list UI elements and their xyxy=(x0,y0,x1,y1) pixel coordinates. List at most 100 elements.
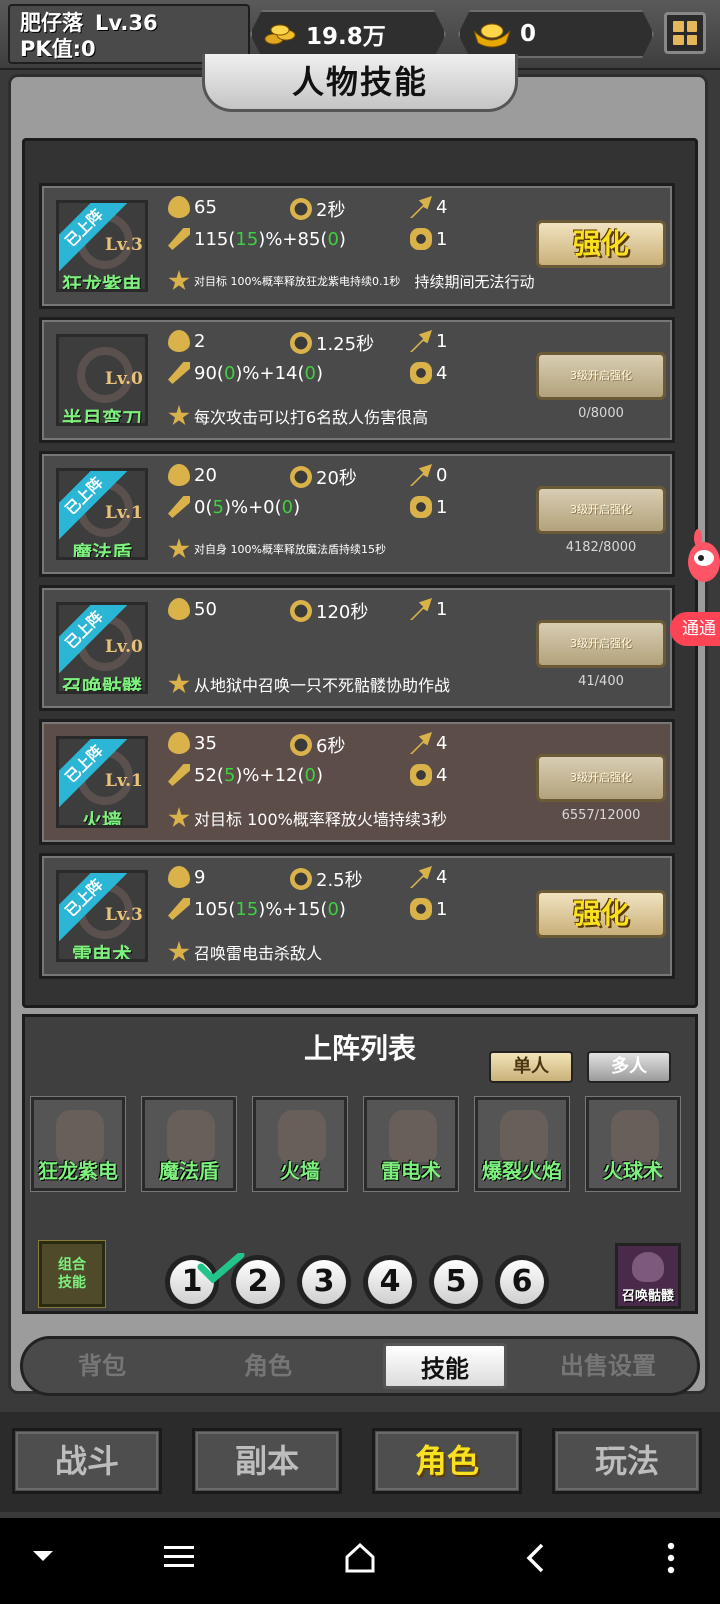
skill-cooldown: 1.25秒 xyxy=(316,334,375,355)
lineup-skill-name: 爆裂火焰 xyxy=(482,1159,562,1183)
system-nav-bar xyxy=(0,1518,720,1604)
sword-icon xyxy=(168,764,190,786)
sword-icon xyxy=(168,228,190,250)
targets-icon xyxy=(410,496,432,518)
lineup-slot[interactable]: 火墙 xyxy=(252,1096,348,1192)
skill-icon[interactable]: 已上阵 Lv.3 雷电术 xyxy=(56,870,148,962)
skill-description: 从地狱中召唤一只不死骷髅协助作战 xyxy=(194,676,451,695)
skill-mp: 20 xyxy=(194,464,217,486)
skill-cooldown: 6秒 xyxy=(316,736,346,757)
lineup-panel: 上阵列表 单人 多人 狂龙紫电 魔法盾 火墙 雷电术 爆裂火焰 火球术 组合技能 1234… xyxy=(22,1014,698,1314)
enhance-button[interactable]: 强化 xyxy=(536,890,666,938)
lineup-slot[interactable]: 雷电术 xyxy=(363,1096,459,1192)
locked-enhance-button[interactable]: 3级开启强化 xyxy=(536,352,666,400)
skill-range: 4 xyxy=(436,866,448,888)
lineup-slot[interactable]: 狂龙紫电 xyxy=(30,1096,126,1192)
preset-button[interactable]: 6 xyxy=(495,1255,549,1309)
mana-drop-icon xyxy=(168,732,190,754)
skill-level: Lv.1 xyxy=(105,503,143,523)
mode-single-button[interactable]: 单人 xyxy=(489,1051,573,1083)
tab-battle[interactable]: 战斗 xyxy=(12,1428,162,1494)
ingot-currency[interactable]: 0 xyxy=(458,10,654,58)
skill-icon[interactable]: 已上阵 Lv.3 狂龙紫电 xyxy=(56,200,148,292)
skill-card[interactable]: 已上阵 Lv.1 魔法盾 20 20秒 0 0(5)%+0(0) 1 对自身 1… xyxy=(39,451,675,577)
mode-multi-button[interactable]: 多人 xyxy=(587,1051,671,1083)
effect-star-icon xyxy=(168,807,190,828)
main-tabs: 战斗 副本 角色 玩法 xyxy=(0,1412,720,1512)
tab-dungeon[interactable]: 副本 xyxy=(192,1428,342,1494)
skill-exp-progress: 4182/8000 xyxy=(565,540,637,555)
gold-ingot-icon xyxy=(472,19,512,49)
effect-star-icon xyxy=(168,270,190,291)
range-icon xyxy=(410,464,432,486)
skill-card[interactable]: 已上阵 Lv.0 召唤骷髅 50 120秒 1 从地狱中召唤一只不死骷髅协助作战… xyxy=(39,585,675,711)
skill-mp: 50 xyxy=(194,598,217,620)
mascot-icon[interactable] xyxy=(678,528,720,592)
enhance-button[interactable]: 强化 xyxy=(536,220,666,268)
skill-icon[interactable]: 已上阵 Lv.1 火墙 xyxy=(56,736,148,828)
sub-tabs: 背包 角色 技能 出售设置 xyxy=(20,1336,700,1396)
locked-enhance-button[interactable]: 3级开启强化 xyxy=(536,620,666,668)
mana-drop-icon xyxy=(168,196,190,218)
grid-menu-icon[interactable] xyxy=(664,12,706,54)
skill-card[interactable]: Lv.0 半月弯刀 2 1.25秒 1 90(0)%+14(0) 4 每次攻击可… xyxy=(39,317,675,443)
subtab-bag[interactable]: 背包 xyxy=(43,1339,161,1393)
cooldown-icon xyxy=(290,466,312,488)
subtab-role[interactable]: 角色 xyxy=(209,1339,327,1393)
summon-skeleton-button[interactable]: 召唤骷髅 xyxy=(615,1243,681,1309)
back-icon[interactable] xyxy=(524,1542,548,1578)
skill-name: 半月弯刀 xyxy=(62,407,142,426)
subtab-sell-settings[interactable]: 出售设置 xyxy=(529,1339,687,1393)
skill-description: 对自身 100%概率释放魔法盾持续15秒 xyxy=(194,543,386,556)
sword-icon xyxy=(168,898,190,920)
menu-icon[interactable] xyxy=(164,1542,194,1576)
locked-enhance-button[interactable]: 3级开启强化 xyxy=(536,754,666,802)
checkmark-icon xyxy=(197,1253,245,1283)
skill-description: 对目标 100%概率释放火墙持续3秒 xyxy=(194,810,448,829)
skill-targets: 1 xyxy=(436,898,448,920)
effect-star-icon xyxy=(168,941,190,962)
skill-mp: 2 xyxy=(194,330,206,352)
lineup-skill-name: 火球术 xyxy=(603,1159,663,1183)
panel-title: 人物技能 xyxy=(202,54,518,112)
skill-description-extra: 持续期间无法行动 xyxy=(414,272,535,291)
skill-targets: 1 xyxy=(436,228,448,250)
more-options-icon[interactable] xyxy=(666,1542,676,1578)
floating-ad[interactable]: 通通 xyxy=(670,612,720,646)
effect-star-icon xyxy=(168,538,190,559)
gold-currency[interactable]: 19.8万 xyxy=(250,10,446,58)
combo-skill-button[interactable]: 组合技能 xyxy=(38,1240,106,1308)
skill-card[interactable]: 已上阵 Lv.3 雷电术 9 2.5秒 4 105(15)%+15(0) 1 召… xyxy=(39,853,675,979)
preset-button[interactable]: 5 xyxy=(429,1255,483,1309)
lineup-slot[interactable]: 火球术 xyxy=(585,1096,681,1192)
effect-star-icon xyxy=(168,673,190,694)
preset-button[interactable]: 4 xyxy=(363,1255,417,1309)
skill-list[interactable]: 已上阵 Lv.3 狂龙紫电 65 2秒 4 115(15)%+85(0) 1 对… xyxy=(22,138,698,1008)
skill-icon[interactable]: Lv.0 半月弯刀 xyxy=(56,334,148,426)
effect-star-icon xyxy=(168,405,190,426)
lineup-slot[interactable]: 魔法盾 xyxy=(141,1096,237,1192)
skill-icon[interactable]: 已上阵 Lv.0 召唤骷髅 xyxy=(56,602,148,694)
tab-character[interactable]: 角色 xyxy=(372,1428,522,1494)
skill-name: 召唤骷髅 xyxy=(62,675,142,694)
skill-level: Lv.3 xyxy=(105,235,143,255)
collapse-icon[interactable] xyxy=(30,1542,56,1572)
ingot-amount: 0 xyxy=(520,21,537,47)
skill-range: 0 xyxy=(436,464,448,486)
preset-button[interactable]: 3 xyxy=(297,1255,351,1309)
home-icon[interactable] xyxy=(344,1542,376,1578)
skill-name: 火墙 xyxy=(82,809,122,828)
skill-damage: 0(5)%+0(0) xyxy=(168,496,300,518)
skill-icon[interactable]: 已上阵 Lv.1 魔法盾 xyxy=(56,468,148,560)
subtab-skills[interactable]: 技能 xyxy=(383,1343,507,1389)
lineup-slot[interactable]: 爆裂火焰 xyxy=(474,1096,570,1192)
targets-icon xyxy=(410,228,432,250)
locked-enhance-button[interactable]: 3级开启强化 xyxy=(536,486,666,534)
skill-name: 雷电术 xyxy=(72,943,132,962)
mana-drop-icon xyxy=(168,598,190,620)
skill-cooldown: 2.5秒 xyxy=(316,870,363,891)
tab-gameplay[interactable]: 玩法 xyxy=(552,1428,702,1494)
skill-card[interactable]: 已上阵 Lv.3 狂龙紫电 65 2秒 4 115(15)%+85(0) 1 对… xyxy=(39,183,675,309)
range-icon xyxy=(410,732,432,754)
skill-card[interactable]: 已上阵 Lv.1 火墙 35 6秒 4 52(5)%+12(0) 4 对目标 1… xyxy=(39,719,675,845)
